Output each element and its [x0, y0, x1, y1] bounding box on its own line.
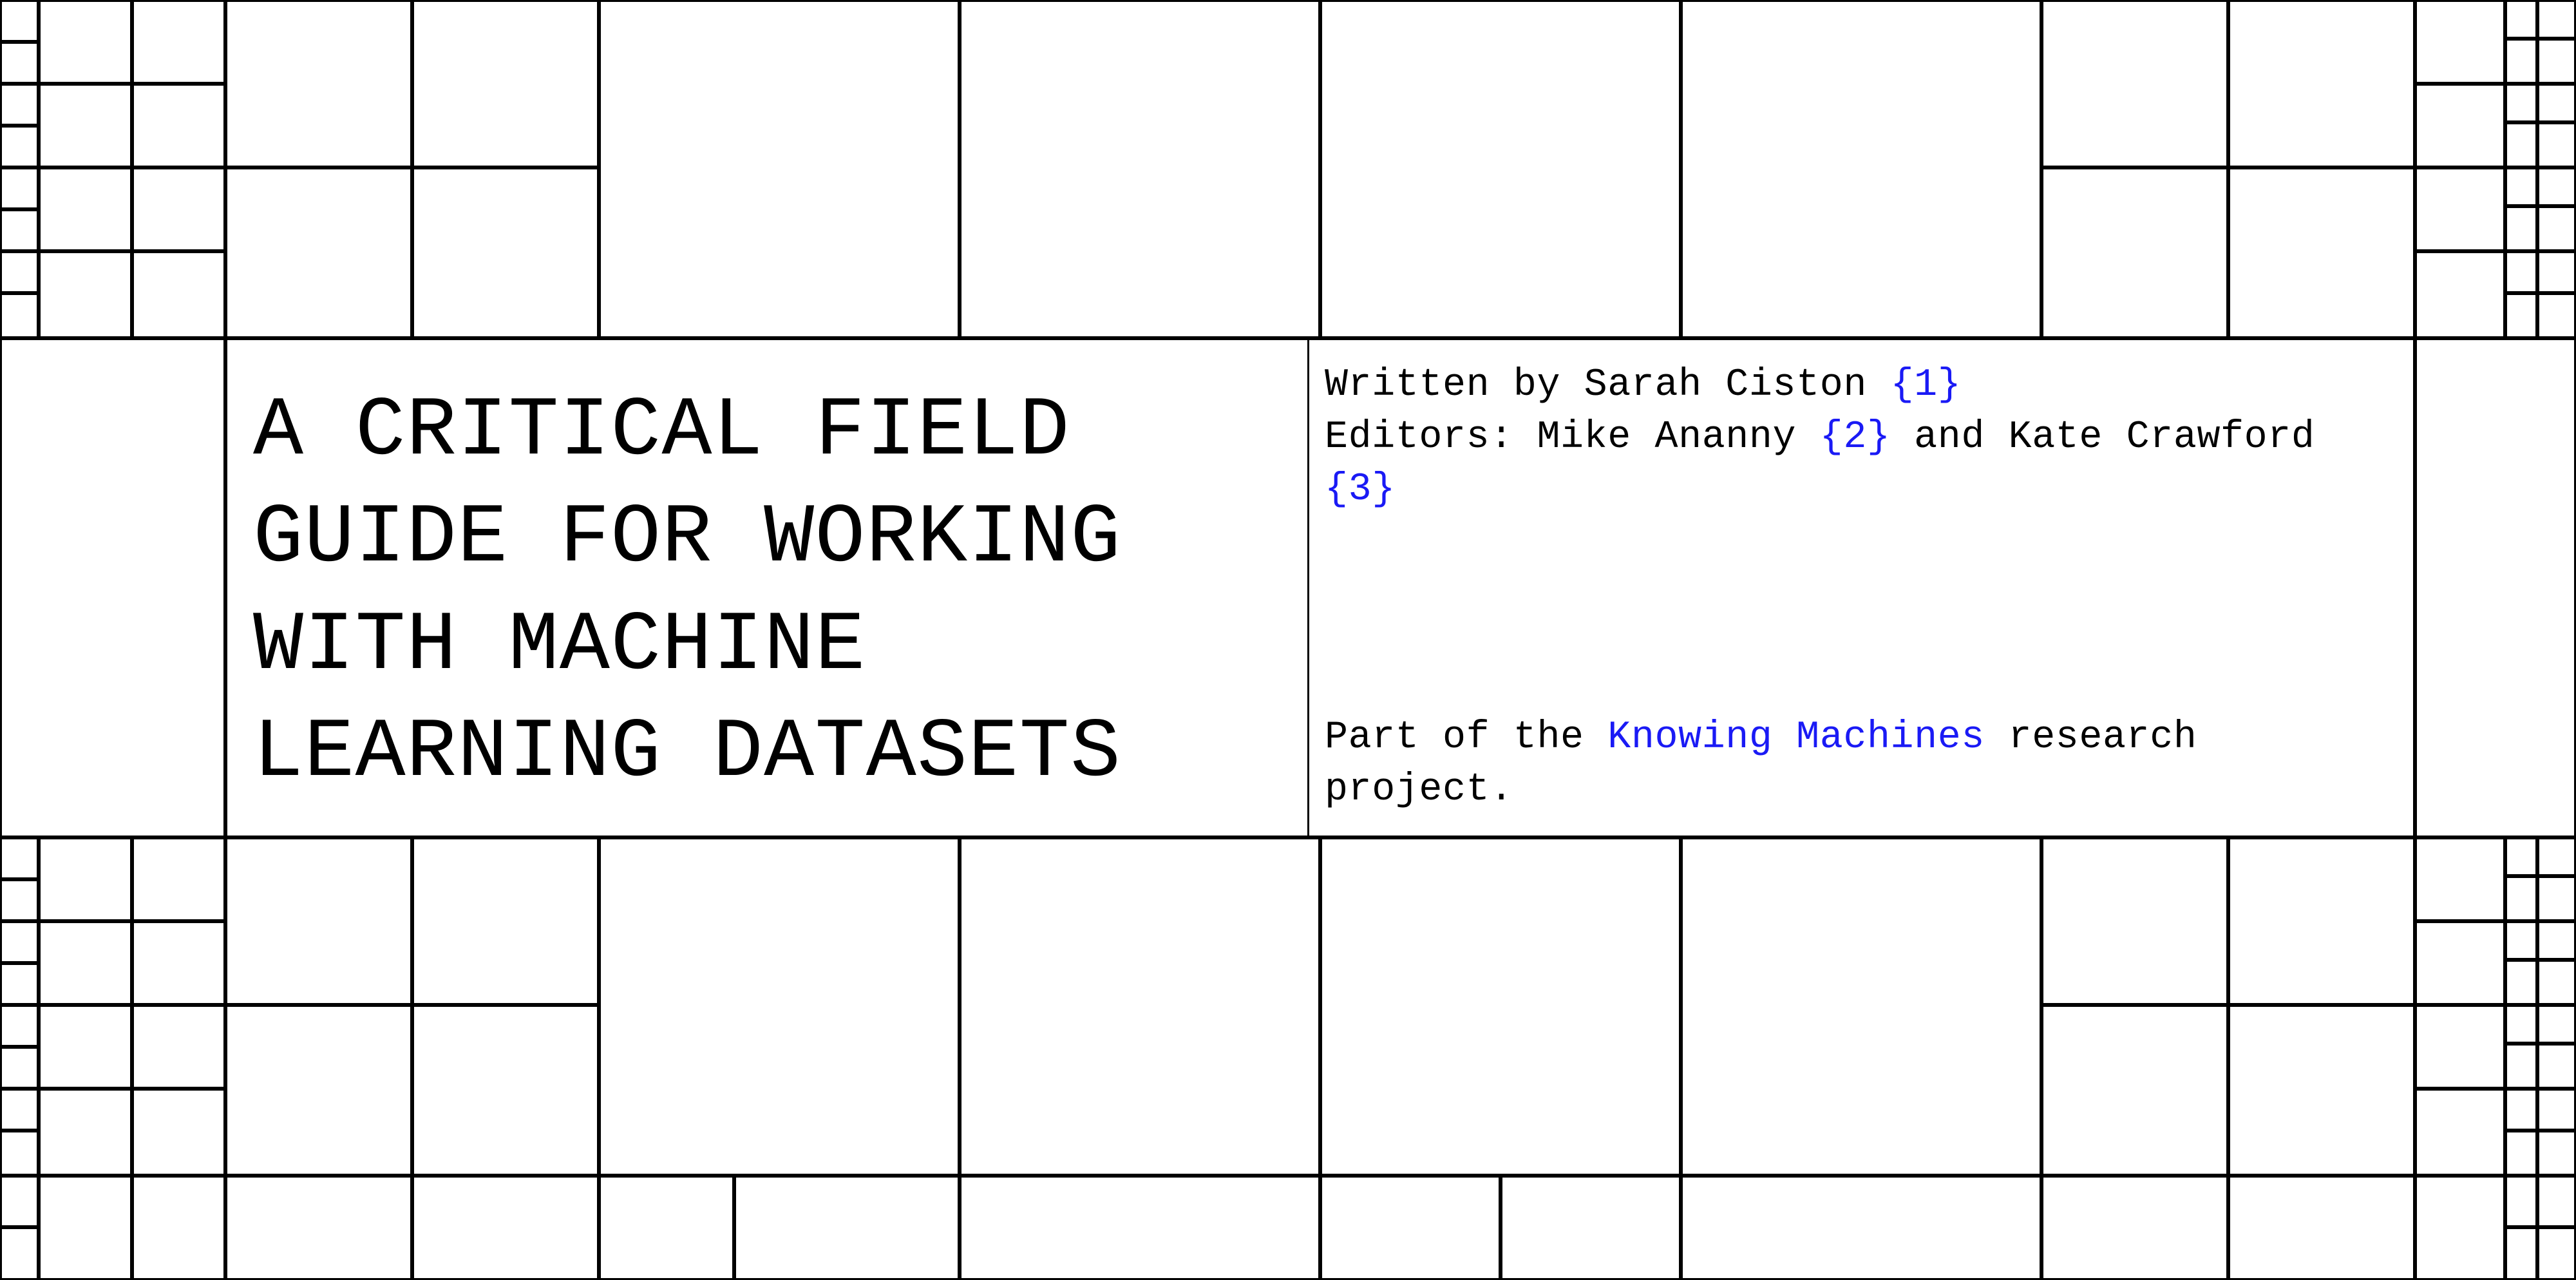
editors-joiner: and: [1891, 416, 2009, 459]
project-prefix: Part of the: [1325, 716, 1607, 759]
author-line: Written by Sarah Ciston {1}: [1325, 359, 2394, 412]
title-cell: A CRITICAL FIELD GUIDE FOR WORKING WITH …: [227, 340, 1309, 836]
editors-line: Editors: Mike Ananny {2} and Kate Crawfo…: [1325, 412, 2394, 516]
meta-cell: Written by Sarah Ciston {1} Editors: Mik…: [1309, 340, 2413, 836]
written-by-label: Written by: [1325, 363, 1584, 407]
content-row: A CRITICAL FIELD GUIDE FOR WORKING WITH …: [225, 338, 2415, 837]
editor-2-name: Kate Crawford: [2009, 416, 2315, 459]
footnote-ref-3[interactable]: {3}: [1325, 468, 1396, 511]
author-name: Sarah Ciston: [1584, 363, 1867, 407]
footnote-ref-2[interactable]: {2}: [1820, 416, 1891, 459]
footnote-ref-1[interactable]: {1}: [1891, 363, 1962, 407]
editor-1-name: Mike Ananny: [1537, 416, 1796, 459]
page-title: A CRITICAL FIELD GUIDE FOR WORKING WITH …: [253, 379, 1121, 808]
credits: Written by Sarah Ciston {1} Editors: Mik…: [1325, 359, 2394, 516]
project-line: Part of the Knowing Machines research pr…: [1325, 712, 2394, 816]
editors-label: Editors:: [1325, 416, 1537, 459]
knowing-machines-link[interactable]: Knowing Machines: [1607, 716, 1985, 759]
